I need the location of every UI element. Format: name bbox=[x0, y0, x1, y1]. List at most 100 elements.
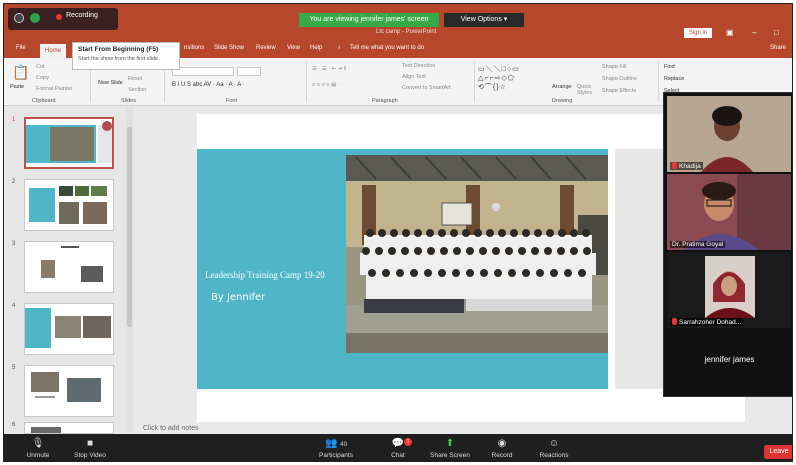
share-screen-icon: ⬆ bbox=[445, 438, 455, 449]
participant-video bbox=[667, 252, 791, 328]
slide-number: 5 bbox=[12, 365, 16, 371]
tab-review[interactable]: Review bbox=[256, 45, 276, 51]
quick-styles-button[interactable]: Quick Styles bbox=[577, 84, 599, 96]
reactions-label: Reactions bbox=[539, 452, 569, 459]
powerpoint-title-bar: Recording You are viewing jennifer james… bbox=[4, 4, 792, 42]
sign-in-button[interactable]: Sign in bbox=[684, 28, 712, 38]
record-label: Record bbox=[491, 452, 513, 459]
viewing-screen-banner: You are viewing jennifer james' screen bbox=[299, 13, 439, 27]
screen-frame: Recording You are viewing jennifer james… bbox=[3, 3, 793, 462]
font-name-box[interactable] bbox=[172, 67, 234, 76]
chat-icon: 💬 bbox=[391, 438, 405, 449]
participant-label-pratima-goyal: Dr. Pratima Goyal bbox=[670, 241, 726, 248]
tell-me-search[interactable]: Tell me what you want to do bbox=[350, 45, 424, 51]
align-text-button[interactable]: Align Text bbox=[402, 74, 426, 80]
participant-label-khadija: Khadija bbox=[670, 162, 703, 170]
section-button[interactable]: Section bbox=[128, 87, 146, 93]
maximize-icon[interactable]: □ bbox=[774, 28, 779, 37]
slide-thumbnail-5[interactable] bbox=[24, 365, 114, 417]
slide-thumbnail-3[interactable] bbox=[24, 241, 114, 293]
tooltip-description: Start the show from the first slide. bbox=[78, 56, 160, 62]
view-options-button[interactable]: View Options ▾ bbox=[444, 13, 524, 27]
text-direction-button[interactable]: Text Direction bbox=[402, 63, 435, 69]
shape-outline-button[interactable]: Shape Outline bbox=[602, 76, 637, 82]
smartart-button[interactable]: Convert to SmartArt bbox=[402, 85, 451, 91]
participants-count: 40 bbox=[340, 442, 347, 448]
video-tile-khadija[interactable]: Khadija bbox=[667, 96, 791, 172]
chat-badge: 1 bbox=[404, 438, 412, 446]
list-buttons[interactable]: ☰ · ☰ · ⇤ ⇥ ‖ · bbox=[312, 66, 350, 72]
recording-label: Recording bbox=[66, 12, 98, 19]
notes-placeholder[interactable]: Click to add notes bbox=[143, 425, 199, 432]
shape-fill-button[interactable]: Shape Fill bbox=[602, 64, 626, 70]
slides-group-label: Slides bbox=[121, 98, 136, 104]
shape-effects-button[interactable]: Shape Effects bbox=[602, 88, 636, 94]
slide-number: 3 bbox=[12, 241, 16, 247]
paste-icon[interactable]: 📋 bbox=[12, 64, 29, 81]
minimize-icon[interactable]: – bbox=[752, 28, 756, 37]
share-button[interactable]: Share bbox=[770, 45, 786, 51]
mic-icon: 🎙 bbox=[31, 438, 45, 449]
document-title: Ltc camp - PowerPoint bbox=[376, 29, 437, 35]
font-format-icons[interactable]: B I U S abc AV · Aa · A · A · bbox=[172, 82, 245, 88]
video-tile-sarrahzoher[interactable]: Sarrahzoher Dohad... bbox=[667, 252, 791, 328]
tab-view[interactable]: View bbox=[287, 45, 300, 51]
reactions-icon: ☺ bbox=[548, 438, 560, 449]
reactions-button[interactable]: ☺ Reactions bbox=[524, 438, 584, 459]
zoom-info-icon[interactable] bbox=[14, 13, 24, 23]
tab-help[interactable]: Help bbox=[310, 45, 322, 51]
tab-slide-show[interactable]: Slide Show bbox=[214, 45, 244, 51]
ribbon-display-icon[interactable]: ▣ bbox=[726, 28, 734, 37]
participant-name-jennifer-james[interactable]: jennifer james bbox=[664, 355, 792, 364]
chat-label: Chat bbox=[391, 452, 405, 459]
ribbon-divider bbox=[306, 62, 307, 102]
slide-thumbnail-1[interactable] bbox=[24, 117, 114, 169]
slide-title[interactable]: Leadership Training Camp 19-20 bbox=[205, 270, 325, 280]
participants-button[interactable]: 👥 40 Participants bbox=[306, 438, 366, 459]
drawing-group-label: Drawing bbox=[552, 98, 573, 104]
encryption-shield-icon[interactable] bbox=[30, 13, 40, 23]
thumbnail-scrollbar[interactable] bbox=[126, 107, 133, 432]
stop-video-label: Stop Video bbox=[74, 452, 106, 459]
participant-name: Khadija bbox=[679, 163, 701, 170]
notes-pane[interactable]: Click to add notes bbox=[133, 425, 663, 432]
leave-meeting-button[interactable]: Leave bbox=[764, 445, 792, 459]
paste-button[interactable]: Paste bbox=[10, 84, 24, 90]
shapes-gallery[interactable]: ▭＼＼□○▭ △⌐⌐⇨◇⬠ ⟲⌒{}☆ bbox=[478, 64, 520, 92]
participant-name: Sarrahzoher Dohad... bbox=[679, 319, 742, 326]
unmute-button[interactable]: 🎙 Unmute bbox=[8, 438, 68, 459]
slide-thumbnail-4[interactable] bbox=[24, 303, 114, 355]
participant-video bbox=[667, 96, 791, 172]
tab-file[interactable]: File bbox=[16, 45, 26, 51]
slide-thumbnail-6[interactable] bbox=[24, 422, 114, 434]
muted-mic-icon bbox=[672, 318, 677, 325]
font-size-box[interactable] bbox=[237, 67, 261, 76]
record-button[interactable]: ◉ Record bbox=[472, 438, 532, 459]
slide-subtitle[interactable]: By Jennifer bbox=[211, 292, 265, 303]
ribbon-divider bbox=[658, 62, 659, 102]
slide-editing-area: Leadership Training Camp 19-20 By Jennif… bbox=[133, 107, 745, 432]
format-painter-button[interactable]: Format Painter bbox=[36, 86, 72, 92]
reset-button[interactable]: Reset bbox=[128, 76, 142, 82]
scrollbar-thumb[interactable] bbox=[127, 127, 132, 327]
stop-video-button[interactable]: ■ Stop Video bbox=[60, 438, 120, 459]
align-buttons[interactable]: ≡ ≡ ≡ ≡ ▤ · bbox=[312, 82, 340, 88]
slide-number: 4 bbox=[12, 303, 16, 309]
tab-transitions-partial[interactable]: nsitions bbox=[184, 45, 204, 51]
cut-button[interactable]: Cut bbox=[36, 64, 45, 70]
group-photo[interactable] bbox=[346, 155, 608, 353]
arrange-button[interactable]: Arrange bbox=[552, 84, 572, 90]
tab-home[interactable]: Home bbox=[40, 44, 66, 58]
copy-button[interactable]: Copy bbox=[36, 75, 49, 81]
slide-thumbnail-2[interactable] bbox=[24, 179, 114, 231]
share-screen-label: Share Screen bbox=[430, 452, 470, 459]
slide-number: 2 bbox=[12, 179, 16, 185]
find-button[interactable]: Find bbox=[664, 64, 675, 70]
participant-video bbox=[667, 174, 791, 250]
chat-button[interactable]: 💬 1 Chat bbox=[368, 438, 428, 459]
video-tile-pratima-goyal[interactable]: Dr. Pratima Goyal bbox=[667, 174, 791, 250]
new-slide-button[interactable]: New Slide bbox=[98, 80, 123, 86]
zoom-meeting-toolbar: 🎙 Unmute ■ Stop Video 👥 40 Participants … bbox=[4, 434, 792, 461]
share-screen-button[interactable]: ⬆ Share Screen bbox=[420, 438, 480, 459]
replace-button[interactable]: Replace bbox=[664, 76, 684, 82]
